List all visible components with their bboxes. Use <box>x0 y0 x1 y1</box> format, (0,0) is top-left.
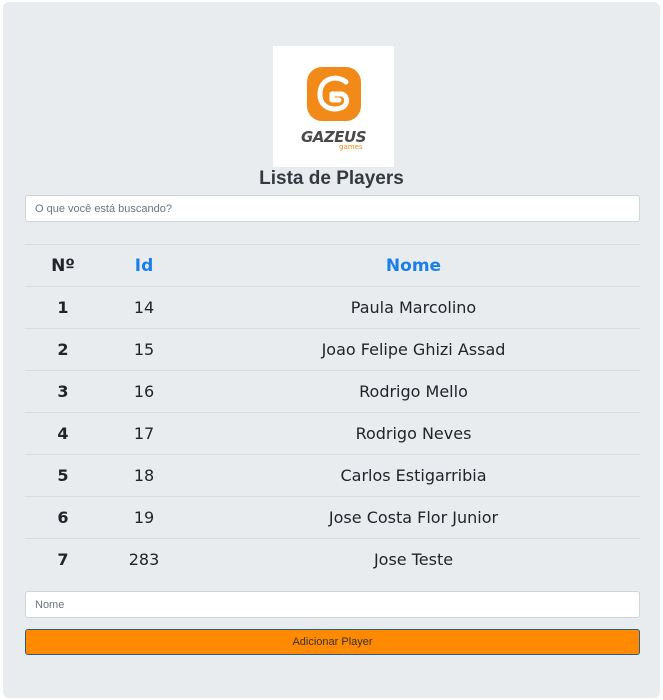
row-name: Jose Costa Flor Junior <box>187 496 640 539</box>
header-name-sort[interactable]: Nome <box>187 244 640 287</box>
logo-brand-text: GAZEUS <box>300 128 367 146</box>
row-id: 14 <box>101 286 187 329</box>
players-table: Nº Id Nome 1 14 Paula Marcolino 2 15 Joa… <box>25 244 640 581</box>
row-name: Jose Teste <box>187 538 640 581</box>
search-input[interactable] <box>25 195 640 222</box>
row-name: Rodrigo Neves <box>187 412 640 455</box>
table-row: 3 16 Rodrigo Mello <box>25 370 640 413</box>
table-row: 5 18 Carlos Estigarribia <box>25 454 640 497</box>
row-id: 16 <box>101 370 187 413</box>
row-id: 15 <box>101 328 187 371</box>
player-name-input[interactable] <box>25 591 640 618</box>
table-row: 7 283 Jose Teste <box>25 538 640 581</box>
header-number: Nº <box>25 244 101 287</box>
row-name: Paula Marcolino <box>187 286 640 329</box>
row-number: 3 <box>25 370 101 413</box>
table-row: 6 19 Jose Costa Flor Junior <box>25 496 640 539</box>
row-id: 18 <box>101 454 187 497</box>
table-row: 1 14 Paula Marcolino <box>25 286 640 329</box>
add-player-button[interactable]: Adicionar Player <box>25 629 640 655</box>
row-name: Rodrigo Mello <box>187 370 640 413</box>
row-name: Joao Felipe Ghizi Assad <box>187 328 640 371</box>
row-number: 5 <box>25 454 101 497</box>
row-number: 4 <box>25 412 101 455</box>
row-number: 2 <box>25 328 101 371</box>
row-number: 7 <box>25 538 101 581</box>
row-id: 283 <box>101 538 187 581</box>
row-name: Carlos Estigarribia <box>187 454 640 497</box>
header-id-sort[interactable]: Id <box>101 244 187 287</box>
page-title: Lista de Players <box>259 168 404 189</box>
gazeus-logo: GAZEUS games <box>273 46 394 167</box>
main-panel: GAZEUS games Lista de Players Nº Id Nome… <box>3 2 660 698</box>
gazeus-logo-icon <box>307 67 361 121</box>
row-id: 17 <box>101 412 187 455</box>
row-number: 1 <box>25 286 101 329</box>
logo-sub-text: games <box>339 143 363 151</box>
table-row: 4 17 Rodrigo Neves <box>25 412 640 455</box>
row-number: 6 <box>25 496 101 539</box>
table-row: 2 15 Joao Felipe Ghizi Assad <box>25 328 640 371</box>
table-header-row: Nº Id Nome <box>25 244 640 287</box>
row-id: 19 <box>101 496 187 539</box>
